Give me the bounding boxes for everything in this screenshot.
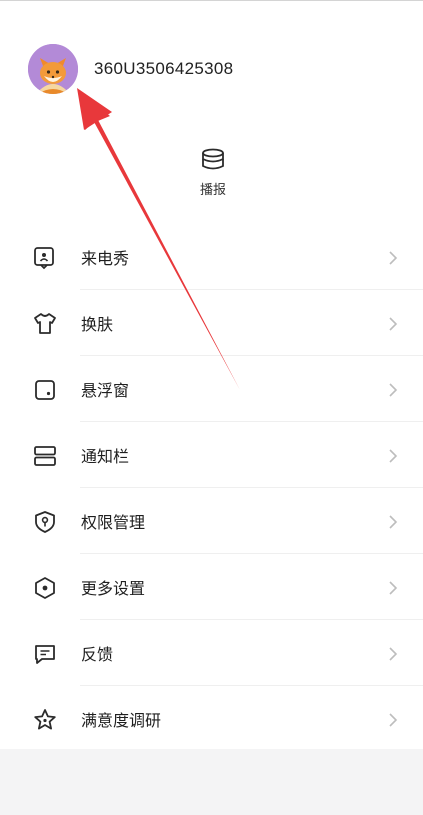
menu-item-satisfaction-survey[interactable]: 满意度调研 <box>0 686 423 752</box>
menu-item-incoming-call-show[interactable]: 来电秀 <box>0 224 423 290</box>
profile-header[interactable]: 360U3506425308 <box>28 44 408 94</box>
avatar[interactable] <box>28 44 78 94</box>
menu-item-label: 更多设置 <box>81 579 146 598</box>
database-stack-icon <box>202 148 224 170</box>
menu-item-label: 悬浮窗 <box>81 381 130 400</box>
feedback-icon <box>32 641 58 667</box>
menu-item-permission-management[interactable]: 权限管理 <box>0 488 423 554</box>
star-icon <box>32 707 58 733</box>
menu-item-skin[interactable]: 换肤 <box>0 290 423 356</box>
permission-shield-icon <box>32 509 58 535</box>
chevron-right-icon <box>389 317 398 331</box>
menu-item-more-settings[interactable]: 更多设置 <box>0 554 423 620</box>
settings-panel: 360U3506425308 播报 来电秀 换肤 悬浮窗 通知栏 权限管理 更多… <box>0 0 423 749</box>
chevron-right-icon <box>389 251 398 265</box>
settings-menu: 来电秀 换肤 悬浮窗 通知栏 权限管理 更多设置 反馈 满意度调研 <box>0 224 423 752</box>
menu-item-label: 满意度调研 <box>81 711 162 730</box>
chevron-right-icon <box>389 713 398 727</box>
chevron-right-icon <box>389 449 398 463</box>
incoming-call-show-icon <box>32 245 58 271</box>
menu-item-feedback[interactable]: 反馈 <box>0 620 423 686</box>
menu-item-floating-window[interactable]: 悬浮窗 <box>0 356 423 422</box>
menu-item-label: 反馈 <box>81 645 114 664</box>
chevron-right-icon <box>389 383 398 397</box>
notification-bar-icon <box>32 443 58 469</box>
menu-item-label: 通知栏 <box>81 447 130 466</box>
broadcast-button[interactable]: 播报 <box>182 147 244 198</box>
settings-hexagon-icon <box>32 575 58 601</box>
menu-item-notification-bar[interactable]: 通知栏 <box>0 422 423 488</box>
floating-window-icon <box>32 377 58 403</box>
tshirt-icon <box>32 311 58 337</box>
fox-avatar-icon <box>28 44 78 94</box>
chevron-right-icon <box>389 515 398 529</box>
menu-item-label: 换肤 <box>81 315 114 334</box>
broadcast-label: 播报 <box>199 183 226 198</box>
username: 360U3506425308 <box>94 59 234 78</box>
top-divider <box>0 0 423 1</box>
chevron-right-icon <box>389 647 398 661</box>
menu-item-label: 来电秀 <box>81 249 130 268</box>
chevron-right-icon <box>389 581 398 595</box>
menu-item-label: 权限管理 <box>81 513 146 532</box>
